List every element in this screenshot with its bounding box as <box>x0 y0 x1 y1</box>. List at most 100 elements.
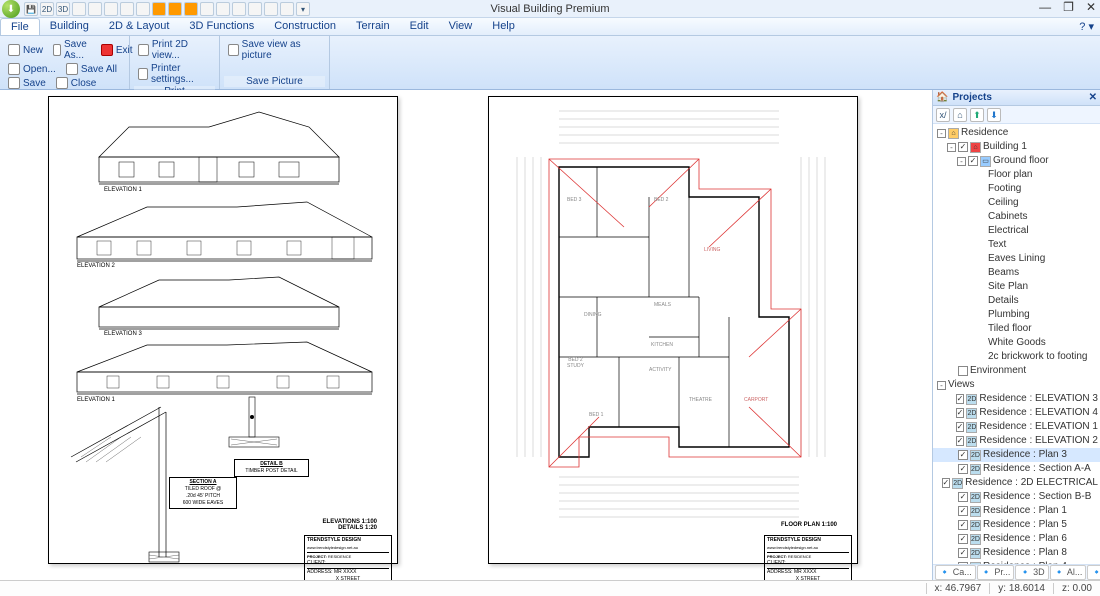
print-2d-button[interactable]: Print 2D view... <box>134 38 215 62</box>
tool-down-icon[interactable]: ⬇ <box>987 108 1001 122</box>
tree-view-5[interactable]: ✓2DResidence : Section A-A <box>933 462 1100 476</box>
app-orb[interactable]: ⬇ <box>2 0 20 18</box>
qat-item[interactable] <box>136 2 150 16</box>
new-button[interactable]: New <box>4 38 47 62</box>
tree-building[interactable]: -✓⌂Building 1 <box>933 140 1100 154</box>
status-z: 0.00 <box>1073 583 1092 594</box>
printer-settings-button[interactable]: Printer settings... <box>134 62 215 86</box>
qat-item[interactable] <box>216 2 230 16</box>
qat-item[interactable] <box>168 2 182 16</box>
tree-views[interactable]: -Views <box>933 378 1100 392</box>
maximize-button[interactable]: ❐ <box>1063 0 1074 14</box>
tree-residence[interactable]: -⌂Residence <box>933 126 1100 140</box>
open-button[interactable]: Open... <box>4 62 60 76</box>
qat-save-icon[interactable]: 💾 <box>24 2 38 16</box>
save-picture-button[interactable]: Save view as picture <box>224 38 325 62</box>
room-theatre: THEATRE <box>689 397 712 403</box>
qat-dropdown-icon[interactable]: ▾ <box>296 2 310 16</box>
bottom-tab-1[interactable]: 🔹 Pr... <box>977 565 1015 580</box>
tree-layer-3[interactable]: Cabinets <box>933 210 1100 224</box>
menu-terrain[interactable]: Terrain <box>346 18 400 35</box>
tree-layer-6[interactable]: Eaves Lining <box>933 252 1100 266</box>
tree-environment[interactable]: Environment <box>933 364 1100 378</box>
drawing-canvas[interactable]: ELEVATION 1 ELEVATION 2 ELEVATION 3 ELEV… <box>0 90 932 580</box>
qat-3d-icon[interactable]: 3D <box>56 2 70 16</box>
scale-plan: FLOOR PLAN 1:100 <box>781 522 837 528</box>
tool-up-icon[interactable]: ⬆ <box>970 108 984 122</box>
room-bed1: BED 1 <box>589 412 603 418</box>
menu-2d-layout[interactable]: 2D & Layout <box>99 18 180 35</box>
qat-item[interactable] <box>264 2 278 16</box>
tree-view-6[interactable]: ✓2DResidence : 2D ELECTRICAL <box>933 476 1100 490</box>
menu-help[interactable]: Help <box>482 18 525 35</box>
tree-layer-5[interactable]: Text <box>933 238 1100 252</box>
tree-layer-11[interactable]: Tiled floor <box>933 322 1100 336</box>
exit-icon <box>101 44 113 56</box>
tool-home-icon[interactable]: ⌂ <box>953 108 967 122</box>
bottom-tab-0[interactable]: 🔹 Ca... <box>935 565 976 580</box>
tree-layer-8[interactable]: Site Plan <box>933 280 1100 294</box>
saveas-button[interactable]: Save As... <box>49 38 95 62</box>
tree-view-11[interactable]: ✓2DResidence : Plan 8 <box>933 546 1100 560</box>
tree-view-4[interactable]: ✓2DResidence : Plan 3 <box>933 448 1100 462</box>
tree-view-1[interactable]: ✓2DResidence : ELEVATION 4 <box>933 406 1100 420</box>
tree-view-9[interactable]: ✓2DResidence : Plan 5 <box>933 518 1100 532</box>
saveall-button[interactable]: Save All <box>62 62 121 76</box>
qat-item[interactable] <box>104 2 118 16</box>
tree-layer-1[interactable]: Footing <box>933 182 1100 196</box>
elev3-label: ELEVATION 3 <box>104 331 142 337</box>
tree-view-3[interactable]: ✓2DResidence : ELEVATION 2 <box>933 434 1100 448</box>
menu-view[interactable]: View <box>439 18 483 35</box>
menu-edit[interactable]: Edit <box>400 18 439 35</box>
elev1b-label: ELEVATION 1 <box>77 397 115 403</box>
tree-layer-12[interactable]: White Goods <box>933 336 1100 350</box>
qat-item[interactable] <box>200 2 214 16</box>
qat-item[interactable] <box>280 2 294 16</box>
qat-item[interactable] <box>232 2 246 16</box>
menu-file[interactable]: File <box>0 18 40 35</box>
tree-view-8[interactable]: ✓2DResidence : Plan 1 <box>933 504 1100 518</box>
qat-item[interactable] <box>88 2 102 16</box>
room-activity: ACTIVITY <box>649 367 672 373</box>
projects-header[interactable]: 🏠 Projects ✕ <box>933 90 1100 106</box>
tree-layer-4[interactable]: Electrical <box>933 224 1100 238</box>
tree-layer-0[interactable]: Floor plan <box>933 168 1100 182</box>
menu-3d-functions[interactable]: 3D Functions <box>179 18 264 35</box>
tree-view-0[interactable]: ✓2DResidence : ELEVATION 3 <box>933 392 1100 406</box>
tree-layer-13[interactable]: 2c brickwork to footing <box>933 350 1100 364</box>
projects-tree[interactable]: -⌂Residence-✓⌂Building 1-✓▭Ground floorF… <box>933 124 1100 564</box>
bottom-tab-2[interactable]: 🔹 3D <box>1015 565 1048 580</box>
menu-building[interactable]: Building <box>40 18 99 35</box>
qat-2d-icon[interactable]: 2D <box>40 2 54 16</box>
close-file-button[interactable]: Close <box>52 76 101 90</box>
bottom-tab-4[interactable]: 🔹 Bu... <box>1087 565 1100 580</box>
tool-toggle[interactable]: x/ <box>936 108 950 122</box>
tree-layer-2[interactable]: Ceiling <box>933 196 1100 210</box>
tree-view-2[interactable]: ✓2DResidence : ELEVATION 1 <box>933 420 1100 434</box>
room-kitchen: KITCHEN <box>651 342 673 348</box>
close-button[interactable]: ✕ <box>1086 0 1096 14</box>
tree-view-10[interactable]: ✓2DResidence : Plan 6 <box>933 532 1100 546</box>
help-dropdown[interactable]: ? ▾ <box>1073 18 1100 35</box>
printer-settings-icon <box>138 68 148 80</box>
tree-groundfloor[interactable]: -✓▭Ground floor <box>933 154 1100 168</box>
panel-close-icon[interactable]: ✕ <box>1089 92 1097 103</box>
qat-item[interactable] <box>248 2 262 16</box>
save-button[interactable]: Save <box>4 76 50 90</box>
qat-item[interactable] <box>120 2 134 16</box>
qat-item[interactable] <box>152 2 166 16</box>
tree-layer-7[interactable]: Beams <box>933 266 1100 280</box>
close-icon <box>56 77 68 89</box>
tree-view-7[interactable]: ✓2DResidence : Section B-B <box>933 490 1100 504</box>
qat-item[interactable] <box>72 2 86 16</box>
quick-access-toolbar: 💾 2D 3D ▾ <box>24 0 310 18</box>
tree-layer-10[interactable]: Plumbing <box>933 308 1100 322</box>
menu-construction[interactable]: Construction <box>264 18 346 35</box>
tree-layer-9[interactable]: Details <box>933 294 1100 308</box>
qat-item[interactable] <box>184 2 198 16</box>
minimize-button[interactable]: — <box>1039 0 1051 14</box>
printer-icon <box>138 44 149 56</box>
ribbon: New Save As... Exit Open... Save All Sav… <box>0 36 1100 90</box>
bottom-tab-3[interactable]: 🔹 Al... <box>1050 565 1087 580</box>
bottom-tabs: 🔹 Ca...🔹 Pr...🔹 3D🔹 Al...🔹 Bu...🔹 PV... <box>933 564 1100 580</box>
